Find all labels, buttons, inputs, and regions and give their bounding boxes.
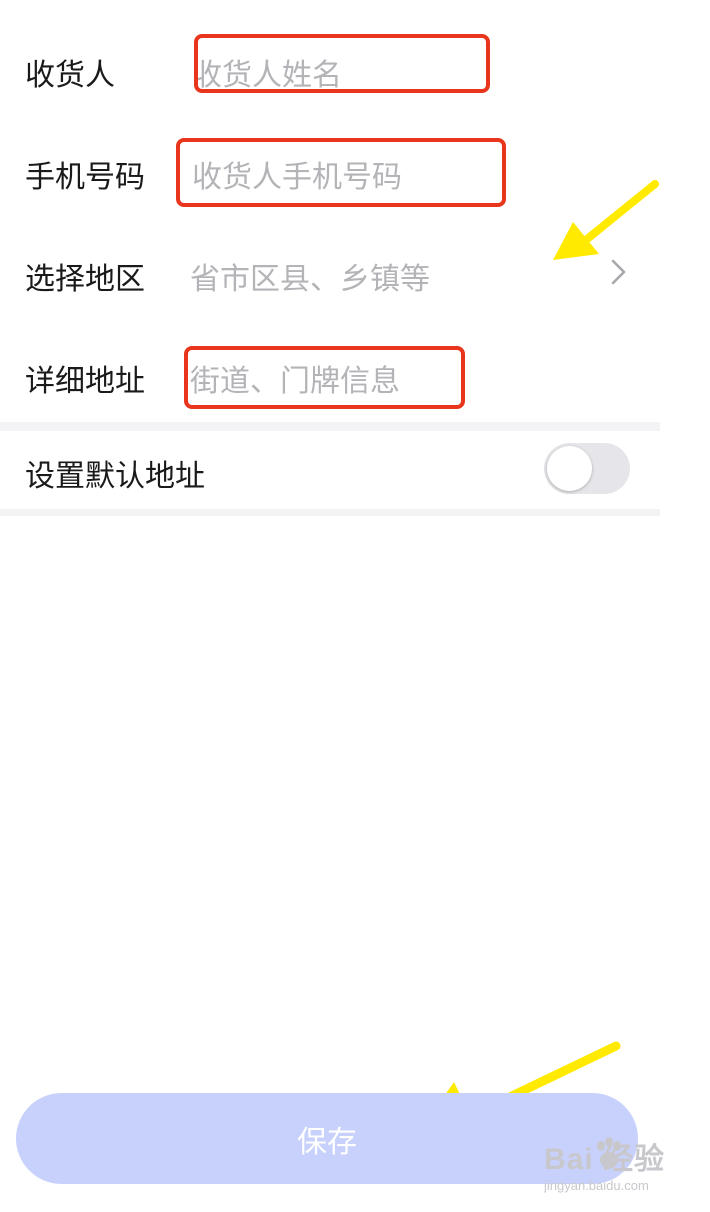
default-address-toggle[interactable] [544,443,630,494]
toggle-knob [547,446,592,491]
phone-label: 手机号码 [25,160,145,195]
section-divider-bottom [0,509,660,516]
region-picker[interactable]: 省市区县、乡镇等 [190,254,430,298]
watermark: Bai 经验 jingyan.baidu.com [544,1134,665,1193]
detail-label: 详细地址 [25,364,145,399]
highlight-box-detail [184,346,465,409]
highlight-box-consignee [194,34,490,93]
consignee-label: 收货人 [25,58,115,93]
default-address-label: 设置默认地址 [25,459,205,494]
section-divider [0,422,660,431]
highlight-box-phone [176,138,506,207]
region-label: 选择地区 [25,262,145,297]
watermark-url: jingyan.baidu.com [544,1178,649,1193]
paw-logo-icon [597,1137,621,1168]
annotation-arrow-region [553,180,659,260]
